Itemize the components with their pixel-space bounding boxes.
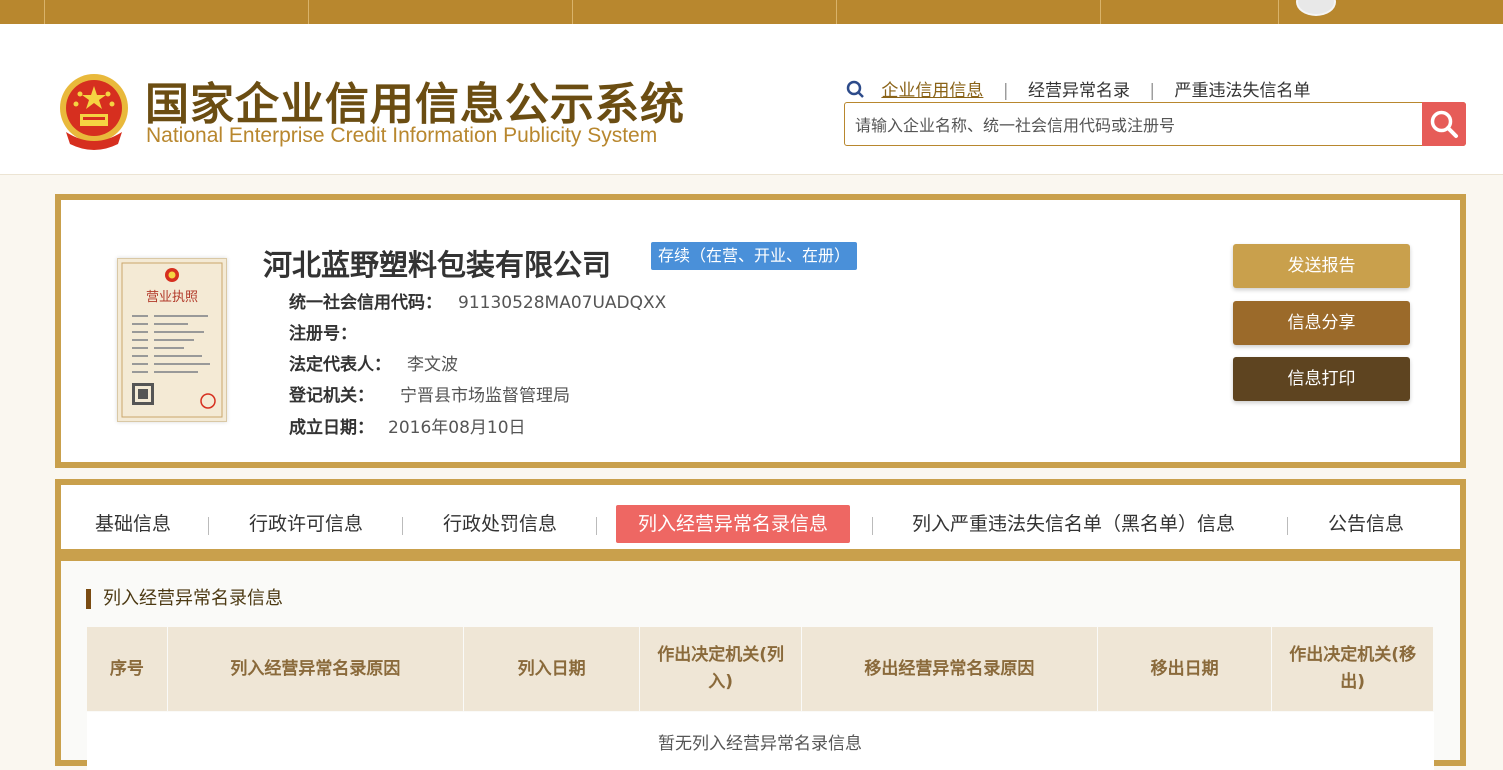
table-row: 暂无列入经营异常名录信息 <box>87 712 1434 770</box>
field-value: 2016年08月10日 <box>388 418 526 438</box>
link-separator: | <box>1149 81 1155 101</box>
tab-separator <box>402 517 403 535</box>
column-header: 移出经营异常名录原因 <box>801 627 1097 712</box>
tab-separator <box>1287 517 1288 535</box>
company-info-card: 营业执照 河北蓝野塑料包装有限公司 存续（在营、开业、在册） 统一社会信用代码：… <box>55 194 1466 468</box>
column-header: 移出日期 <box>1097 627 1271 712</box>
user-avatar-icon[interactable] <box>1296 0 1336 16</box>
field-label: 统一社会信用代码： <box>289 293 442 313</box>
field-value: 91130528MA07UADQXX <box>458 293 666 313</box>
site-subtitle: National Enterprise Credit Information P… <box>146 124 657 148</box>
site-header: 国家企业信用信息公示系统 National Enterprise Credit … <box>0 24 1503 175</box>
print-info-button[interactable]: 信息打印 <box>1233 357 1410 401</box>
info-row-legal-rep: 法定代表人： 李文波 <box>289 350 458 375</box>
field-label: 成立日期： <box>289 418 374 438</box>
column-header: 列入日期 <box>463 627 639 712</box>
search-button[interactable] <box>1422 102 1466 146</box>
section-title: 列入经营异常名录信息 <box>86 589 283 609</box>
info-row-reg-number: 注册号： <box>289 319 373 344</box>
column-header: 列入经营异常名录原因 <box>167 627 463 712</box>
info-row-registration-authority: 登记机关： 宁晋县市场监督管理局 <box>289 381 570 406</box>
column-header: 作出决定机关(列入) <box>640 627 802 712</box>
detail-panel: 基础信息 行政许可信息 行政处罚信息 列入经营异常名录信息 列入严重违法失信名单… <box>55 479 1466 766</box>
table-header-row: 序号 列入经营异常名录原因 列入日期 作出决定机关(列入) 移出经营异常名录原因… <box>87 627 1434 712</box>
quick-links: 企业信用信息 | 经营异常名录 | 严重违法失信名单 <box>846 76 1311 101</box>
tab-separator <box>596 517 597 535</box>
search-icon <box>1429 109 1459 139</box>
info-row-credit-code: 统一社会信用代码： 91130528MA07UADQXX <box>289 288 666 313</box>
top-nav-bar <box>0 0 1503 24</box>
search-bar <box>844 102 1466 146</box>
tab-admin-license[interactable]: 行政许可信息 <box>249 505 363 543</box>
empty-message: 暂无列入经营异常名录信息 <box>87 712 1434 770</box>
top-nav-divider <box>44 0 45 24</box>
site-title: 国家企业信用信息公示系统 <box>145 68 685 132</box>
top-nav-divider <box>572 0 573 24</box>
field-label: 注册号： <box>289 324 357 344</box>
link-enterprise-credit[interactable]: 企业信用信息 <box>881 76 983 101</box>
tab-separator <box>208 517 209 535</box>
link-separator: | <box>1003 81 1009 101</box>
column-header: 序号 <box>87 627 168 712</box>
license-title: 营业执照 <box>146 290 198 305</box>
tab-bar: 基础信息 行政许可信息 行政处罚信息 列入经营异常名录信息 列入严重违法失信名单… <box>61 485 1460 549</box>
license-illustration: 营业执照 <box>118 259 226 421</box>
tab-content: 列入经营异常名录信息 序号 列入经营异常名录原因 列入日期 作出决定机关(列入)… <box>61 561 1460 760</box>
tab-basic-info[interactable]: 基础信息 <box>95 505 171 543</box>
top-nav-divider <box>1100 0 1101 24</box>
info-row-established-date: 成立日期： 2016年08月10日 <box>289 413 526 438</box>
abnormal-list-table: 序号 列入经营异常名录原因 列入日期 作出决定机关(列入) 移出经营异常名录原因… <box>86 626 1434 770</box>
search-input[interactable] <box>853 103 1417 147</box>
search-small-icon <box>846 80 866 98</box>
tab-abnormal-list[interactable]: 列入经营异常名录信息 <box>616 505 850 543</box>
national-emblem-icon <box>56 72 132 152</box>
tab-blacklist[interactable]: 列入严重违法失信名单（黑名单）信息 <box>912 505 1235 543</box>
link-abnormal-list[interactable]: 经营异常名录 <box>1028 76 1130 101</box>
top-nav-divider <box>836 0 837 24</box>
column-header: 作出决定机关(移出) <box>1272 627 1434 712</box>
send-report-button[interactable]: 发送报告 <box>1233 244 1410 288</box>
tab-separator <box>872 517 873 535</box>
status-badge: 存续（在营、开业、在册） <box>651 242 857 270</box>
top-nav-divider <box>308 0 309 24</box>
tab-announcements[interactable]: 公告信息 <box>1328 505 1404 543</box>
field-value: 李文波 <box>407 355 458 375</box>
tab-admin-penalty[interactable]: 行政处罚信息 <box>443 505 557 543</box>
top-nav-divider <box>1278 0 1279 24</box>
field-label: 法定代表人： <box>289 355 391 375</box>
link-dishonest-list[interactable]: 严重违法失信名单 <box>1175 76 1311 101</box>
field-label: 登记机关： <box>289 386 374 406</box>
business-license-image[interactable]: 营业执照 <box>117 258 227 422</box>
field-value: 宁晋县市场监督管理局 <box>400 386 570 406</box>
share-info-button[interactable]: 信息分享 <box>1233 301 1410 345</box>
company-name: 河北蓝野塑料包装有限公司 <box>263 242 611 284</box>
